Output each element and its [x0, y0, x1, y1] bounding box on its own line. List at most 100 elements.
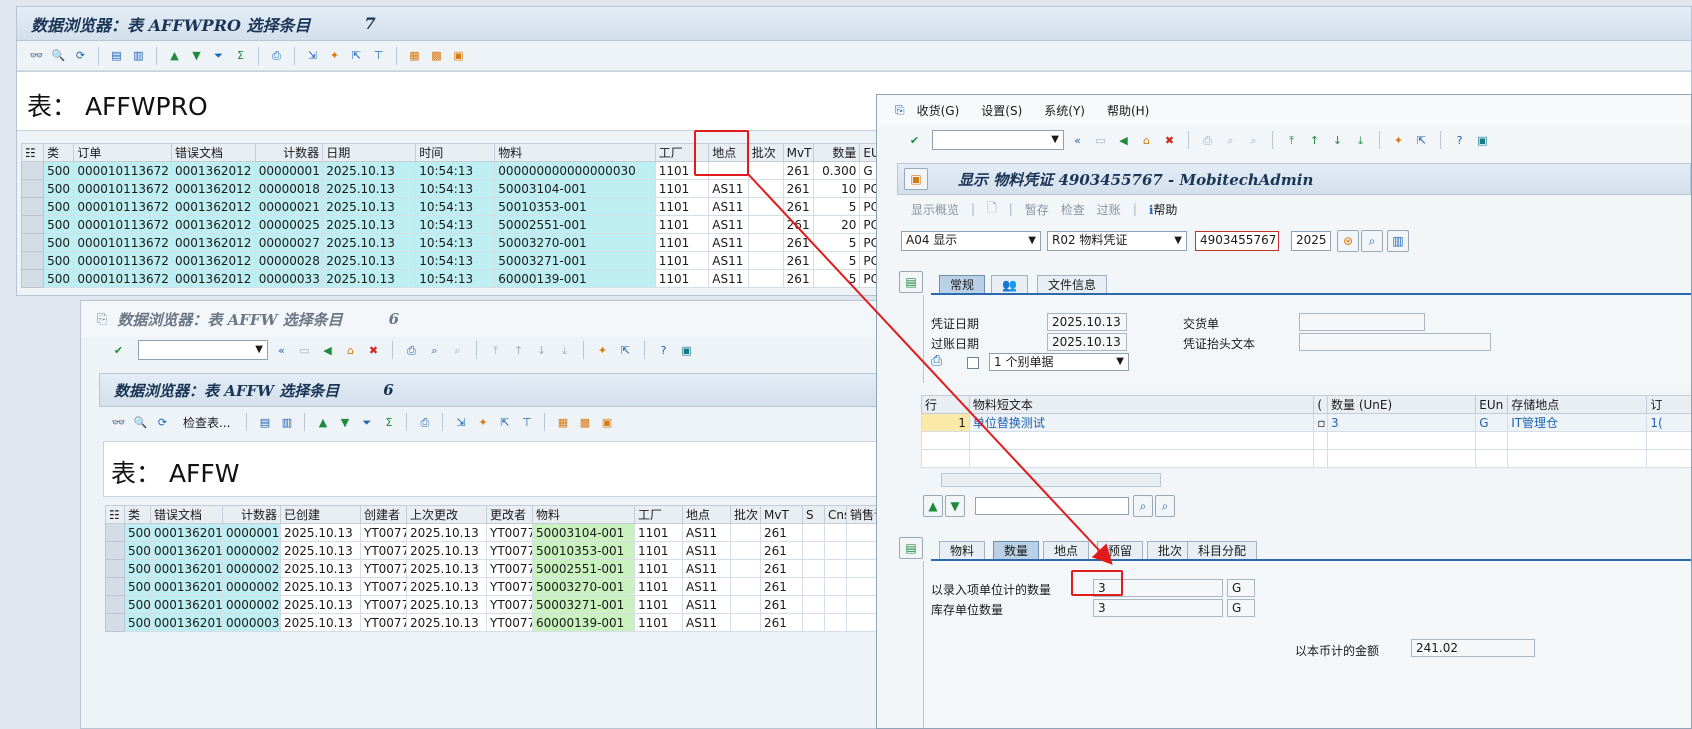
col-header[interactable]: 类	[43, 143, 75, 162]
col-header[interactable]: 工厂	[634, 505, 683, 524]
col-header[interactable]: 已创建	[280, 505, 361, 524]
col-header[interactable]: 数量	[812, 143, 861, 162]
item-qty[interactable]: 3	[1326, 413, 1477, 432]
col-header[interactable]: 物料	[532, 505, 635, 524]
table-cell[interactable]	[802, 613, 825, 632]
table-cell[interactable]: 0001362012	[150, 559, 223, 578]
table-cell[interactable]	[824, 559, 847, 578]
delivery-note-field[interactable]	[1299, 313, 1425, 331]
row-selector[interactable]	[20, 251, 45, 270]
table-cell[interactable]: 1101	[654, 179, 710, 198]
table-cell[interactable]: 0001362012	[171, 161, 256, 180]
table-cell[interactable]	[802, 541, 825, 560]
table-row[interactable]: 500 000010113672 0001362012 00000001 2025.10…	[20, 161, 1021, 180]
table-cell[interactable]: 500	[43, 215, 75, 234]
col-header[interactable]: 错误文档	[150, 505, 223, 524]
layout-icon[interactable]: ▥	[277, 413, 296, 432]
find-icon[interactable]: ⌕	[425, 341, 444, 360]
table-cell[interactable]: 500	[124, 559, 151, 578]
tab-location[interactable]: 地点	[1043, 541, 1090, 560]
table-row[interactable]: 500 000010113672 0001362012 00000028 2025.10…	[20, 251, 1021, 270]
table-cell[interactable]: 2025.10.13	[322, 179, 417, 198]
table-cell[interactable]: 500	[124, 541, 151, 560]
col-header[interactable]: 时间	[415, 143, 496, 162]
item-eun[interactable]: G	[1475, 413, 1509, 432]
horizontal-scrollbar[interactable]	[941, 473, 1161, 487]
col-header[interactable]: 错误文档	[171, 143, 256, 162]
table-cell[interactable]: YT0077	[360, 613, 407, 632]
table-cell[interactable]	[824, 577, 847, 596]
table-cell[interactable]: 261	[760, 613, 803, 632]
table-cell[interactable]	[824, 541, 847, 560]
table-cell[interactable]	[824, 595, 847, 614]
col-header[interactable]: 存储地点	[1507, 395, 1648, 414]
qty-entry-unit-field[interactable]: G	[1227, 579, 1255, 597]
table-cell[interactable]: 00000028	[222, 595, 281, 614]
layout-icon[interactable]: ▥	[129, 46, 148, 65]
table-cell[interactable]	[730, 613, 761, 632]
next-page-icon[interactable]: ↓	[1328, 131, 1347, 150]
table-cell[interactable]	[730, 541, 761, 560]
filter-icon[interactable]: ⏷	[209, 46, 228, 65]
dropdown-arrow-icon[interactable]: ▼	[1028, 233, 1036, 249]
row-selector[interactable]	[105, 559, 125, 578]
sort-descending-icon[interactable]: ▼	[187, 46, 206, 65]
table-cell[interactable]: YT0077	[486, 595, 533, 614]
layout-menu-icon[interactable]: ▣	[677, 341, 696, 360]
table-cell[interactable]: 50003271-001	[494, 251, 656, 270]
table-cell[interactable]: 261	[782, 215, 814, 234]
item-ok-icon[interactable]: ▲	[923, 495, 943, 517]
table-cell[interactable]	[747, 161, 784, 180]
table-cell[interactable]: 000010113672	[73, 269, 173, 288]
table-cell[interactable]: 0001362012	[171, 197, 256, 216]
sort-ascending-icon[interactable]: ▲	[313, 413, 332, 432]
table-cell[interactable]: 500	[43, 269, 75, 288]
table-cell[interactable]: 00000018	[222, 523, 281, 542]
enter-icon[interactable]: ✔	[109, 341, 128, 360]
refresh-icon[interactable]: ⟳	[153, 413, 172, 432]
grid-icon[interactable]: ▦	[405, 46, 424, 65]
table-cell[interactable]: 0001362012	[171, 233, 256, 252]
table-cell[interactable]: 0001362012	[150, 613, 223, 632]
table-cell[interactable]: 00000033	[254, 269, 324, 288]
last-page-icon[interactable]: ⤓	[555, 341, 574, 360]
table-cell[interactable]	[747, 251, 784, 270]
post-date-field[interactable]: 2025.10.13	[1047, 333, 1127, 351]
table-cell[interactable]: 50002551-001	[494, 215, 656, 234]
table-cell[interactable]	[802, 577, 825, 596]
item-search-field[interactable]	[975, 497, 1129, 515]
col-header[interactable]: 创建者	[360, 505, 407, 524]
table-cell[interactable]: YT0077	[360, 541, 407, 560]
table-cell[interactable]	[802, 595, 825, 614]
new-doc-icon[interactable]: 🗋	[987, 199, 997, 220]
details-icon[interactable]: ▤	[255, 413, 274, 432]
previous-page-icon[interactable]: ↑	[1305, 131, 1324, 150]
new-session-icon[interactable]: ✦	[1389, 131, 1408, 150]
execute-icon[interactable]: ⊛	[1337, 230, 1359, 252]
table-cell[interactable]: 500	[124, 577, 151, 596]
table-cell[interactable]	[802, 523, 825, 542]
tab-account-assignment[interactable]: 科目分配	[1187, 541, 1258, 560]
table-cell[interactable]: YT0077	[486, 559, 533, 578]
table-cell[interactable]	[747, 269, 784, 288]
shortcut-icon[interactable]: ⇱	[616, 341, 635, 360]
col-header[interactable]: 物料短文本	[968, 395, 1315, 414]
menu-help[interactable]: 帮助(H)	[1107, 102, 1149, 119]
table-cell[interactable]: 2025.10.13	[322, 161, 417, 180]
table-cell[interactable]: 0001362012	[150, 541, 223, 560]
command-field[interactable]: ▼	[138, 340, 268, 360]
table-row[interactable]: 5000001362012000000332025.10.13YT0077202…	[105, 613, 909, 632]
qty-stock-field[interactable]: 3	[1093, 599, 1223, 617]
table-cell[interactable]: YT0077	[360, 523, 407, 542]
grid-icon[interactable]: ▦	[553, 413, 572, 432]
table-cell[interactable]: 50003270-001	[532, 577, 635, 596]
reference-select[interactable]: R02 物料凭证 ▼	[1047, 231, 1187, 251]
menu-settings[interactable]: 设置(S)	[981, 102, 1022, 119]
table-cell[interactable]: 500	[43, 197, 75, 216]
table-cell[interactable]: 261	[782, 269, 814, 288]
table-cell[interactable]: 0001362012	[150, 595, 223, 614]
col-header[interactable]: 计数器	[254, 143, 324, 162]
table-cell[interactable]: 1101	[634, 577, 683, 596]
header-text-field[interactable]	[1299, 333, 1491, 351]
table-cell[interactable]: 1101	[634, 559, 683, 578]
